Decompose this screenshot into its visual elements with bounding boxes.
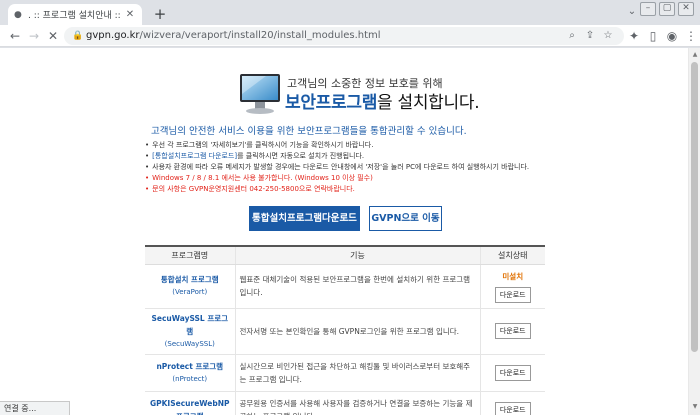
program-name[interactable]: 통합설치 프로그램 (149, 273, 231, 286)
table-row: GPKISecureWebNP 프로그램 공무원용 인증서를 사용해 사용자를 … (145, 391, 545, 415)
new-tab-button[interactable]: + (152, 6, 168, 22)
program-table: 프로그램명 기능 설치상태 통합설치 프로그램 (VeraPort) 웹표준 대… (145, 245, 545, 415)
scroll-up-arrow-icon[interactable]: ▲ (691, 51, 699, 59)
minimize-window-icon[interactable]: – (640, 2, 656, 16)
table-row: SecuWaySSL 프로그램 (SecuWaySSL) 전자서명 또는 본인확… (145, 308, 545, 355)
browser-toolbar: ← → ✕ 🔒 gvpn.go.kr/wizvera/veraport/inst… (0, 25, 700, 47)
notice-item: • 사용자 환경에 따라 오류 메세지가 발생할 경우에는 다운로드 안내창에서 … (145, 163, 530, 171)
program-description: 웹표준 대체기술이 적용된 보안프로그램을 한번에 설치하기 위한 프로그램입니… (235, 264, 480, 309)
column-header-program-name: 프로그램명 (145, 245, 236, 265)
vertical-scrollbar[interactable]: ▲ ▼ (688, 48, 700, 415)
side-panel-icon[interactable]: ▯ (645, 28, 661, 44)
search-lens-icon[interactable]: ⌕ (564, 28, 580, 44)
column-header-function: 기능 (235, 245, 480, 265)
program-id: (VeraPort) (172, 288, 208, 296)
url-text: gvpn.go.kr/wizvera/veraport/install20/in… (86, 30, 381, 41)
install-status-badge: 미설치 (502, 271, 524, 281)
lock-icon[interactable]: 🔒 (72, 29, 83, 43)
notice-item-contact: • 문의 사항은 GVPN운영지원센터 042-250-5800으로 연락바랍니다… (145, 185, 355, 193)
download-button[interactable]: 다운로드 (494, 323, 531, 339)
headline-title: 보안프로그램을 설치합니다. (285, 93, 480, 113)
menu-kebab-icon[interactable]: ⋮ (683, 28, 699, 44)
notice-item: • 우선 각 프로그램의 '자세히보기'를 클릭하시어 기능을 확인하시기 바랍니… (145, 141, 374, 149)
table-header-row: 프로그램명 기능 설치상태 (145, 245, 545, 265)
goto-gvpn-button[interactable]: GVPN으로 이동 (369, 206, 442, 231)
share-icon[interactable]: ⇪ (582, 28, 598, 44)
program-description: 전자서명 또는 본인확인을 통해 GVPN로그인을 위한 프로그램 입니다. (235, 308, 480, 355)
notice-list: • 우선 각 프로그램의 '자세히보기'를 클릭하시어 기능을 확인하시기 바랍니… (145, 140, 565, 195)
program-id: (nProtect) (172, 374, 208, 383)
tab-close-icon[interactable]: ✕ (124, 9, 136, 21)
page-favicon-icon: ● (14, 9, 22, 20)
extensions-puzzle-icon[interactable]: ✦ (626, 28, 642, 44)
table-row: 통합설치 프로그램 (VeraPort) 웹표준 대체기술이 적용된 보안프로그… (145, 264, 545, 309)
maximize-window-icon[interactable]: ▢ (659, 2, 675, 16)
close-window-icon[interactable]: ✕ (678, 2, 694, 16)
program-name[interactable]: nProtect 프로그램 (149, 360, 231, 373)
download-button[interactable]: 다운로드 (494, 364, 531, 381)
tab-title: . :: 프로그램 설치안내 :: (28, 11, 121, 21)
browser-tab[interactable]: ● . :: 프로그램 설치안내 :: ✕ (8, 4, 142, 25)
tab-search-icon[interactable]: ⌄ (624, 4, 640, 20)
download-button[interactable]: 다운로드 (494, 401, 531, 415)
download-installer-link[interactable]: [통합설치프로그램 다운로드] (152, 152, 237, 160)
address-bar[interactable]: 🔒 gvpn.go.kr/wizvera/veraport/install20/… (64, 27, 624, 45)
scrollbar-thumb[interactable] (691, 62, 698, 352)
column-header-status: 설치상태 (479, 245, 545, 265)
status-bar: 연결 중... (0, 401, 70, 415)
bookmark-star-icon[interactable]: ☆ (600, 28, 616, 44)
table-row: nProtect 프로그램 (nProtect) 실시간으로 비인가된 접근을 … (145, 354, 545, 392)
lead-text: 고객님의 안전한 서비스 이용을 위한 보안프로그램들을 통합관리할 수 있습니… (151, 126, 467, 137)
notice-item-warning: • Windows 7 / 8 / 8.1 에서는 사용 불가합니다. (Wind… (145, 174, 373, 182)
page-content: 고객님의 소중한 정보 보호를 위해 보안프로그램을 설치합니다. 고객님의 안… (0, 48, 688, 415)
profile-avatar-icon[interactable]: ◉ (664, 28, 680, 44)
download-all-button[interactable]: 통합설치프로그램다운로드 (249, 206, 360, 231)
notice-item: • [통합설치프로그램 다운로드]를 클릭하시면 자동으로 설치가 진행됩니다. (145, 152, 365, 160)
tab-strip: ● . :: 프로그램 설치안내 :: ✕ + ⌄ – ▢ ✕ (0, 0, 700, 25)
program-name[interactable]: SecuWaySSL 프로그램 (149, 312, 231, 338)
program-description: 실시간으로 비인가된 접근을 차단하고 해킹툴 및 바이러스로부터 보호해주는 … (235, 354, 480, 392)
download-button[interactable]: 다운로드 (494, 286, 531, 303)
program-id: (SecuWaySSL) (164, 339, 215, 348)
back-arrow-icon[interactable]: ← (7, 28, 23, 44)
forward-arrow-icon[interactable]: → (26, 28, 42, 44)
program-name[interactable]: GPKISecureWebNP 프로그램 (149, 397, 231, 415)
stop-loading-icon[interactable]: ✕ (45, 28, 61, 44)
program-description: 공무원용 인증서를 사용해 사용자를 검증하거나 연결을 보증하는 기능을 제공… (235, 391, 480, 415)
monitor-icon (240, 74, 280, 114)
scroll-down-arrow-icon[interactable]: ▼ (691, 403, 699, 411)
